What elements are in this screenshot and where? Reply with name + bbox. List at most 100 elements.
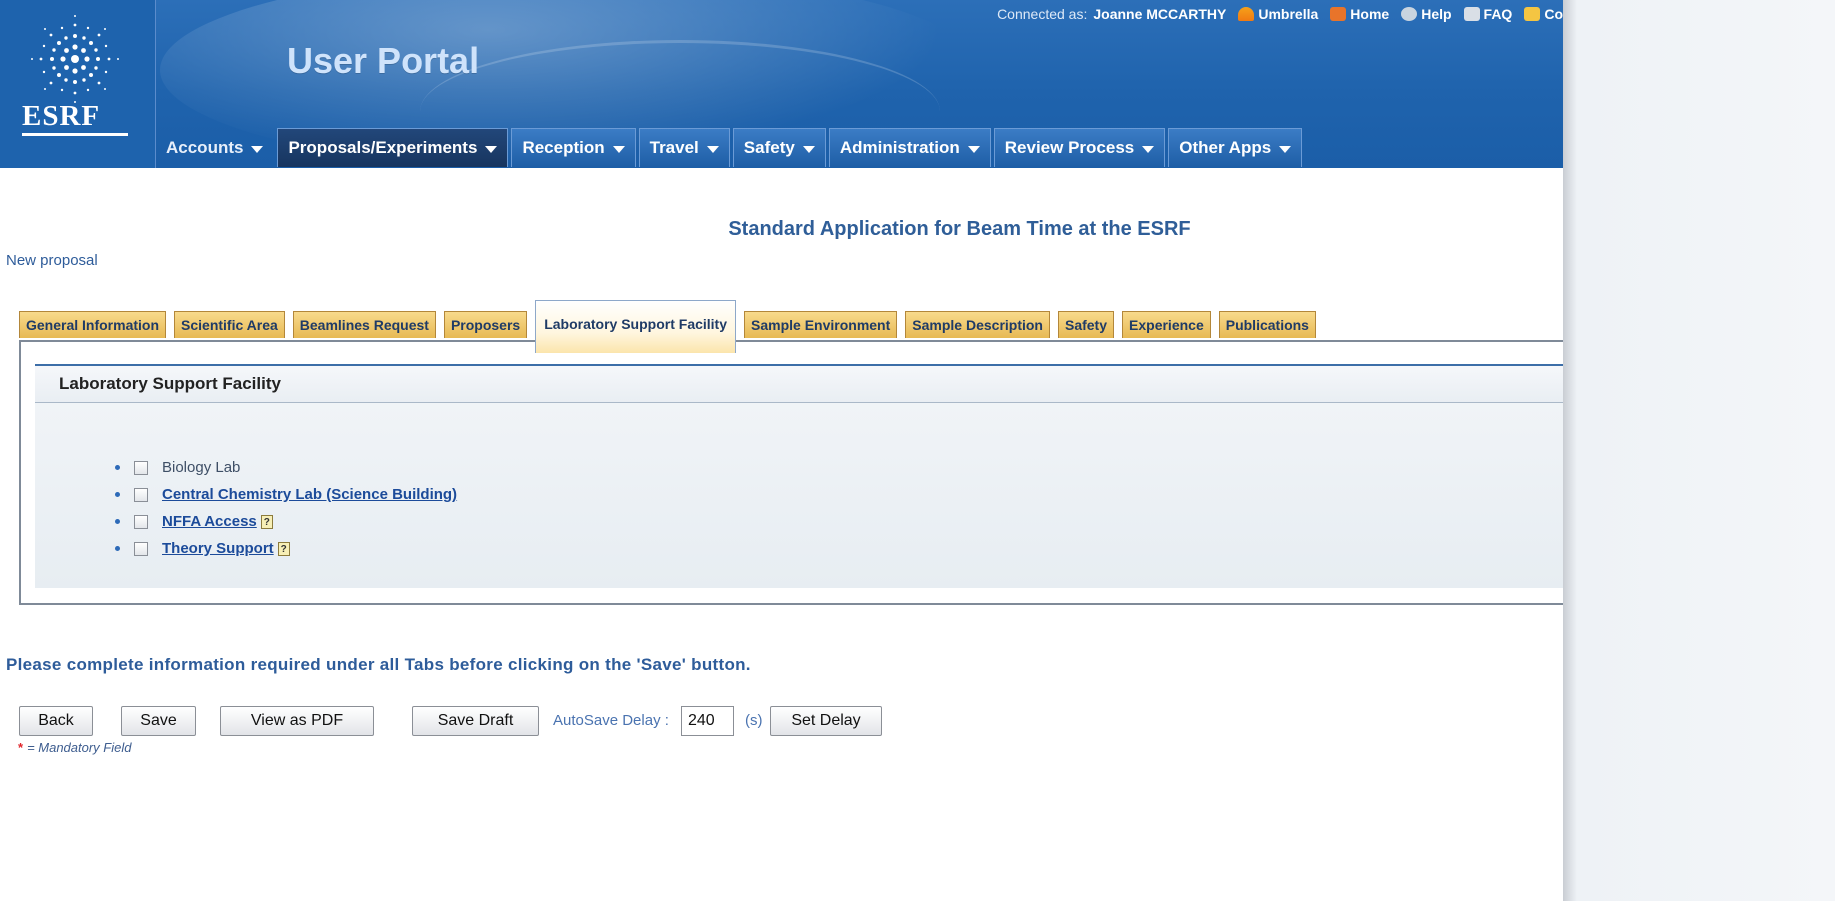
- contact-link[interactable]: Co: [1524, 6, 1563, 22]
- section-header: Laboratory Support Facility: [35, 366, 1565, 403]
- umbrella-link[interactable]: Umbrella: [1238, 6, 1318, 22]
- list-item: Central Chemistry Lab (Science Building): [115, 481, 457, 508]
- list-item: Theory Support ?: [115, 535, 457, 562]
- logo-text: ESRF: [22, 100, 101, 132]
- bullet-icon: [115, 492, 120, 497]
- nffa-access-checkbox[interactable]: [134, 514, 148, 529]
- nav-proposals-experiments[interactable]: Proposals/Experiments: [277, 128, 509, 167]
- nffa-access-link[interactable]: NFFA Access: [162, 513, 257, 530]
- nav-review-process[interactable]: Review Process: [993, 128, 1166, 167]
- tab-publications[interactable]: Publications: [1218, 311, 1316, 338]
- contact-icon: [1524, 7, 1541, 21]
- tab-laboratory-support-facility[interactable]: Laboratory Support Facility: [535, 300, 737, 356]
- faq-link[interactable]: FAQ: [1463, 6, 1513, 22]
- list-item: Biology Lab: [115, 454, 457, 481]
- nav-proposals-label: Proposals/Experiments: [288, 138, 478, 157]
- section-box: Laboratory Support Facility Biology Lab …: [35, 364, 1565, 588]
- biology-lab-checkbox[interactable]: [134, 460, 148, 475]
- logo-underline: [22, 133, 128, 136]
- caret-down-icon: [706, 146, 719, 153]
- caret-down-icon: [251, 146, 264, 153]
- page: ESRF User Portal Connected as: Joanne MC…: [0, 0, 1835, 901]
- tab-safety[interactable]: Safety: [1057, 311, 1115, 338]
- nav-reception[interactable]: Reception: [511, 128, 636, 167]
- facility-list: Biology Lab Central Chemistry Lab (Scien…: [115, 454, 457, 562]
- seconds-unit-label: (s): [745, 712, 763, 729]
- umbrella-label: Umbrella: [1258, 6, 1319, 22]
- caret-down-icon: [612, 146, 625, 153]
- help-icon: [1401, 7, 1418, 21]
- central-chemistry-lab-checkbox[interactable]: [134, 487, 148, 502]
- theory-support-link[interactable]: Theory Support: [162, 540, 274, 557]
- form-title-text: Standard Application for Beam Time at th…: [728, 218, 1191, 240]
- umbrella-icon: [1238, 7, 1255, 21]
- nav-accounts-label: Accounts: [166, 138, 244, 157]
- tab-sample-environment[interactable]: Sample Environment: [744, 311, 898, 338]
- caret-down-icon: [1142, 146, 1155, 153]
- question-help-icon[interactable]: ?: [277, 541, 290, 556]
- nav-travel[interactable]: Travel: [638, 128, 730, 167]
- bullet-icon: [115, 519, 120, 524]
- tab-panel: Laboratory Support Facility Biology Lab …: [19, 340, 1565, 605]
- user-name: Joanne MCCARTHY: [1093, 6, 1227, 22]
- tab-experience[interactable]: Experience: [1122, 311, 1211, 338]
- home-link[interactable]: Home: [1330, 6, 1389, 22]
- theory-support-checkbox[interactable]: [134, 541, 148, 556]
- autosave-delay-label: AutoSave Delay :: [553, 712, 669, 729]
- save-draft-button[interactable]: Save Draft: [412, 706, 539, 736]
- user-bar: Connected as: Joanne MCCARTHY Umbrella H…: [997, 6, 1563, 22]
- nav-travel-label: Travel: [649, 138, 699, 157]
- new-proposal-label: New proposal: [6, 252, 98, 269]
- caret-down-icon: [967, 146, 980, 153]
- mandatory-field-note: * = Mandatory Field: [18, 740, 131, 755]
- save-notice: Please complete information required und…: [6, 655, 751, 674]
- portal-frame: ESRF User Portal Connected as: Joanne MC…: [0, 0, 1565, 901]
- connected-label: Connected as:: [997, 6, 1088, 22]
- help-label: Help: [1421, 6, 1452, 22]
- tab-beamlines-request[interactable]: Beamlines Request: [292, 311, 436, 338]
- nav-review-label: Review Process: [1004, 138, 1135, 157]
- tab-general-information[interactable]: General Information: [19, 311, 167, 338]
- window-edge-shadow: [1563, 0, 1835, 901]
- save-button[interactable]: Save: [121, 706, 196, 736]
- home-label: Home: [1350, 6, 1390, 22]
- nav-safety-label: Safety: [743, 138, 795, 157]
- header: ESRF User Portal Connected as: Joanne MC…: [0, 0, 1563, 168]
- help-link[interactable]: Help: [1401, 6, 1452, 22]
- view-as-pdf-button[interactable]: View as PDF: [220, 706, 374, 736]
- bullet-icon: [115, 546, 120, 551]
- mandatory-star-icon: *: [18, 740, 24, 755]
- tab-proposers[interactable]: Proposers: [443, 311, 528, 338]
- nav-accounts[interactable]: Accounts: [155, 128, 274, 167]
- back-button[interactable]: Back: [19, 706, 93, 736]
- caret-down-icon: [1279, 146, 1292, 153]
- set-delay-button[interactable]: Set Delay: [770, 706, 882, 736]
- caret-down-icon: [802, 146, 815, 153]
- central-chemistry-lab-link[interactable]: Central Chemistry Lab (Science Building): [162, 486, 457, 503]
- list-item: NFFA Access ?: [115, 508, 457, 535]
- question-help-icon[interactable]: ?: [260, 514, 273, 529]
- contact-label: Co: [1544, 6, 1563, 22]
- esrf-burst-icon: [31, 15, 119, 103]
- nav-administration[interactable]: Administration: [828, 128, 991, 167]
- form-title: Standard Application for Beam Time at th…: [0, 218, 1563, 241]
- mandatory-text: = Mandatory Field: [27, 740, 132, 755]
- home-icon: [1330, 7, 1347, 21]
- nav-reception-label: Reception: [522, 138, 605, 157]
- tab-sample-description[interactable]: Sample Description: [905, 311, 1050, 338]
- tab-scientific-area[interactable]: Scientific Area: [174, 311, 285, 338]
- nav-other-apps[interactable]: Other Apps: [1168, 128, 1303, 167]
- faq-icon: [1463, 7, 1480, 21]
- caret-down-icon: [485, 146, 498, 153]
- autosave-delay-input[interactable]: [681, 706, 734, 736]
- nav-administration-label: Administration: [839, 138, 960, 157]
- section-title: Laboratory Support Facility: [59, 374, 281, 393]
- faq-label: FAQ: [1483, 6, 1513, 22]
- main-nav: Accounts Proposals/Experiments Reception…: [155, 128, 1305, 168]
- esrf-logo[interactable]: ESRF: [0, 0, 156, 168]
- nav-other-apps-label: Other Apps: [1179, 138, 1272, 157]
- bullet-icon: [115, 465, 120, 470]
- nav-safety[interactable]: Safety: [732, 128, 826, 167]
- portal-title: User Portal: [287, 40, 480, 81]
- biology-lab-label: Biology Lab: [162, 459, 241, 476]
